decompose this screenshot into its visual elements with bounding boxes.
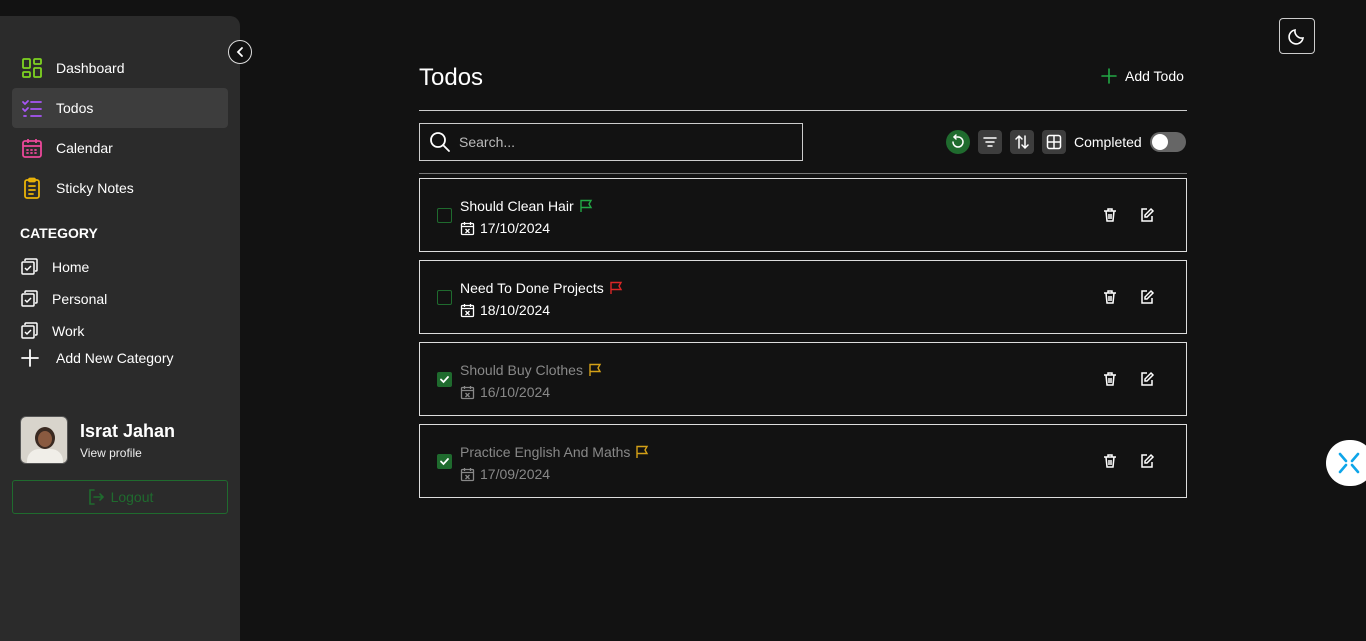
assistant-icon [1336, 450, 1362, 476]
todo-title: Practice English And Maths [460, 444, 631, 460]
edit-icon[interactable] [1139, 453, 1155, 469]
todo-date: 17/09/2024 [480, 466, 551, 482]
plus-icon [20, 348, 44, 368]
flag-icon [635, 445, 649, 459]
category-item-work[interactable]: Work [20, 315, 107, 347]
checklist-icon [20, 96, 44, 120]
avatar[interactable] [20, 416, 68, 464]
todo-item: Practice English And Maths 17/09/2024 [419, 424, 1187, 498]
calendar-icon [460, 385, 475, 400]
logout-button[interactable]: Logout [12, 480, 228, 514]
sidebar-item-label: Sticky Notes [56, 180, 134, 196]
todo-checkbox[interactable] [437, 372, 452, 387]
sort-icon [1014, 134, 1030, 150]
calendar-icon [460, 467, 475, 482]
edit-icon[interactable] [1139, 289, 1155, 305]
sidebar-item-label: Todos [56, 100, 94, 116]
todo-date: 17/10/2024 [480, 220, 551, 236]
view-profile-link[interactable]: View profile [80, 446, 175, 460]
sidebar-item-label: Dashboard [56, 60, 125, 76]
profile: Israt Jahan View profile [20, 416, 175, 464]
filter-button[interactable] [978, 130, 1002, 154]
search-box [419, 123, 803, 161]
dashboard-icon [20, 56, 44, 80]
sidebar-item-sticky-notes[interactable]: Sticky Notes [12, 168, 228, 208]
category-label: Personal [52, 291, 108, 307]
delete-icon[interactable] [1102, 207, 1118, 223]
grid-icon [1046, 134, 1062, 150]
completed-toggle[interactable] [1149, 132, 1186, 152]
category-check-icon [20, 256, 42, 278]
header-divider [419, 110, 1187, 111]
category-check-icon [20, 320, 42, 342]
logout-label: Logout [110, 489, 154, 505]
calendar-icon [20, 136, 44, 160]
todo-item: Should Buy Clothes 16/10/2024 [419, 342, 1187, 416]
theme-toggle-button[interactable] [1279, 18, 1315, 54]
flag-icon [609, 281, 623, 295]
moon-icon [1288, 27, 1306, 45]
todo-title: Should Clean Hair [460, 198, 574, 214]
category-item-home[interactable]: Home [20, 251, 107, 283]
todo-title: Need To Done Projects [460, 280, 604, 296]
todo-checkbox[interactable] [437, 290, 452, 305]
add-todo-button[interactable]: Add Todo [1101, 68, 1184, 84]
todo-item: Should Clean Hair 17/10/2024 [419, 178, 1187, 252]
completed-label: Completed [1074, 134, 1142, 150]
add-category-label: Add New Category [56, 350, 174, 366]
add-category-button[interactable]: Add New Category [20, 346, 174, 370]
page-title: Todos [419, 64, 484, 91]
todo-item: Need To Done Projects 18/10/2024 [419, 260, 1187, 334]
sidebar-nav: Dashboard Todos Calendar Sticky Notes [12, 48, 228, 208]
edit-icon[interactable] [1139, 371, 1155, 387]
flag-icon [579, 199, 593, 213]
todo-checkbox[interactable] [437, 454, 452, 469]
delete-icon[interactable] [1102, 453, 1118, 469]
category-title: CATEGORY [20, 225, 98, 241]
add-todo-label: Add Todo [1125, 68, 1184, 84]
sidebar-item-label: Calendar [56, 140, 113, 156]
chevron-left-icon [234, 46, 246, 58]
toolbar: Completed [946, 130, 1186, 154]
toolbar-divider [419, 173, 1187, 174]
category-label: Work [52, 323, 85, 339]
todo-date: 18/10/2024 [480, 302, 551, 318]
category-label: Home [52, 259, 90, 275]
refresh-button[interactable] [946, 130, 970, 154]
todo-title: Should Buy Clothes [460, 362, 583, 378]
todo-date: 16/10/2024 [480, 384, 551, 400]
flag-icon [588, 363, 602, 377]
clipboard-icon [20, 176, 44, 200]
category-check-icon [20, 288, 42, 310]
sidebar-item-dashboard[interactable]: Dashboard [12, 48, 228, 88]
calendar-icon [460, 303, 475, 318]
sidebar-item-calendar[interactable]: Calendar [12, 128, 228, 168]
refresh-icon [950, 134, 966, 150]
profile-name: Israt Jahan [80, 420, 176, 441]
todo-checkbox[interactable] [437, 208, 452, 223]
category-item-personal[interactable]: Personal [20, 283, 107, 315]
edit-icon[interactable] [1139, 207, 1155, 223]
plus-icon [1101, 68, 1117, 84]
filter-icon [982, 134, 998, 150]
sidebar: Dashboard Todos Calendar Sticky Notes CA… [0, 16, 240, 641]
collapse-sidebar-button[interactable] [228, 40, 252, 64]
sidebar-item-todos[interactable]: Todos [12, 88, 228, 128]
calendar-icon [460, 221, 475, 236]
assistant-floating-button[interactable] [1326, 440, 1366, 486]
search-icon [429, 131, 451, 153]
todo-list: Should Clean Hair 17/10/2024 Need To Don… [419, 178, 1187, 506]
search-input[interactable] [459, 134, 779, 150]
category-list: Home Personal Work [20, 251, 107, 347]
sort-button[interactable] [1010, 130, 1034, 154]
delete-icon[interactable] [1102, 289, 1118, 305]
delete-icon[interactable] [1102, 371, 1118, 387]
logout-icon [87, 488, 105, 506]
grid-view-button[interactable] [1042, 130, 1066, 154]
